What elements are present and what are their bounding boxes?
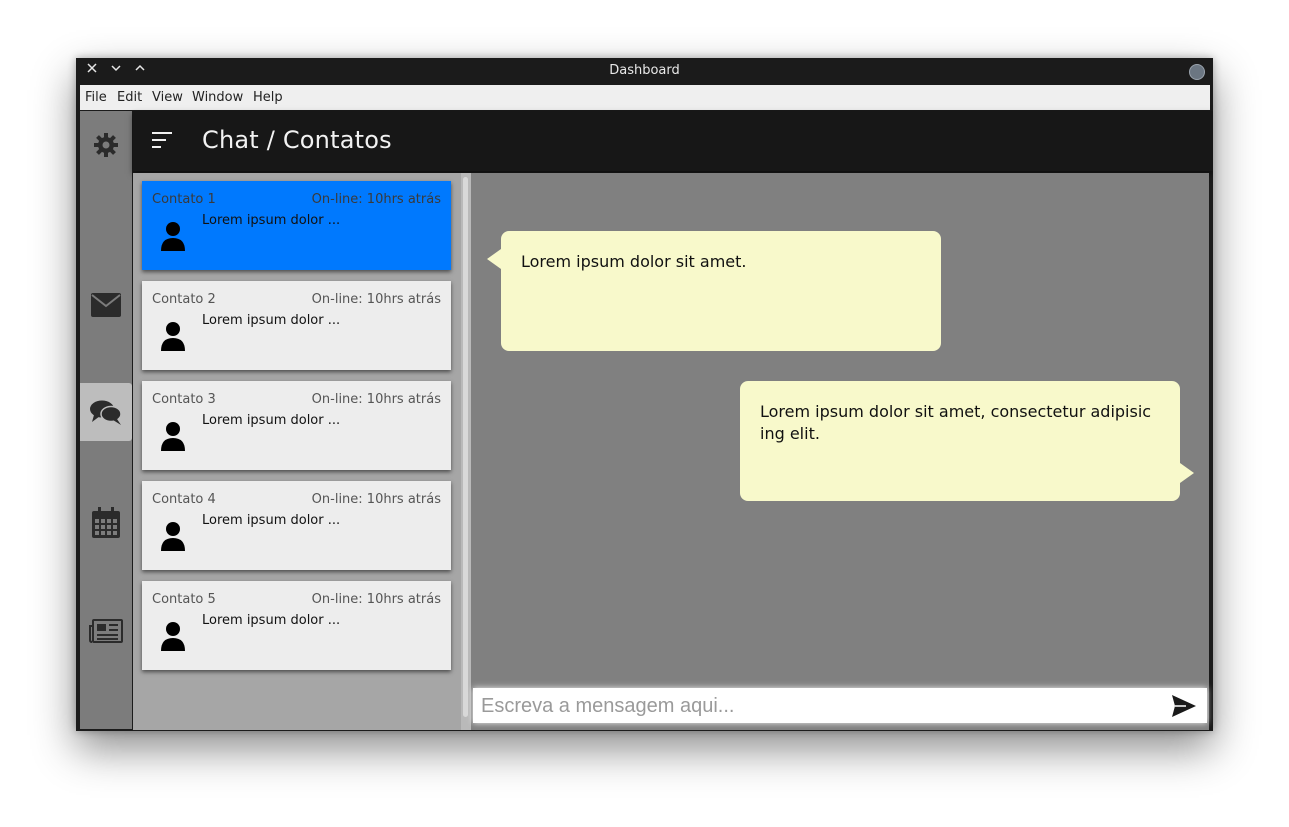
newspaper-icon: [89, 619, 123, 643]
user-icon: [161, 422, 185, 451]
sidebar-item-settings[interactable]: [80, 116, 132, 174]
contact-status: On-line: 10hrs atrás: [311, 192, 441, 207]
contact-card-3[interactable]: Contato 3 On-line: 10hrs atrás Lorem ips…: [142, 381, 451, 470]
contact-name: Contato 4: [152, 492, 216, 507]
message-text: Lorem ipsum dolor sit amet, consectetur …: [760, 402, 1152, 443]
app-window: Dashboard File Edit View Window Help Cha…: [76, 58, 1213, 731]
contact-card-4[interactable]: Contato 4 On-line: 10hrs atrás Lorem ips…: [142, 481, 451, 570]
envelope-icon: [91, 293, 121, 317]
message-text: Lorem ipsum dolor sit amet.: [521, 252, 747, 271]
contact-list-scrollbar[interactable]: [461, 173, 471, 730]
menu-icon[interactable]: [152, 131, 174, 149]
user-icon: [161, 622, 185, 651]
sidebar-item-mail[interactable]: [80, 276, 132, 334]
menu-help[interactable]: Help: [253, 90, 283, 105]
contact-name: Contato 2: [152, 292, 216, 307]
contact-name: Contato 1: [152, 192, 216, 207]
contact-card-1[interactable]: Contato 1 On-line: 10hrs atrás Lorem ips…: [142, 181, 451, 270]
contact-status: On-line: 10hrs atrás: [311, 492, 441, 507]
sidebar-item-chat-active[interactable]: [80, 383, 132, 441]
menubar: File Edit View Window Help: [80, 85, 1210, 110]
contact-name: Contato 5: [152, 592, 216, 607]
contact-preview: Lorem ipsum dolor ...: [202, 313, 341, 328]
contact-status: On-line: 10hrs atrás: [311, 392, 441, 407]
message-input[interactable]: [479, 692, 1163, 721]
contact-card-2[interactable]: Contato 2 On-line: 10hrs atrás Lorem ips…: [142, 281, 451, 370]
user-icon: [161, 522, 185, 551]
contact-list: Contato 1 On-line: 10hrs atrás Lorem ips…: [133, 173, 461, 730]
contact-preview: Lorem ipsum dolor ...: [202, 213, 341, 228]
page-header: Chat / Contatos: [133, 111, 1213, 171]
contact-preview: Lorem ipsum dolor ...: [202, 613, 341, 628]
chat-icon: [90, 400, 122, 425]
contact-preview: Lorem ipsum dolor ...: [202, 413, 341, 428]
contact-status: On-line: 10hrs atrás: [311, 592, 441, 607]
gear-icon: [94, 133, 118, 157]
contact-status: On-line: 10hrs atrás: [311, 292, 441, 307]
sidebar-item-news[interactable]: [80, 602, 132, 660]
user-icon: [161, 322, 185, 351]
contact-name: Contato 3: [152, 392, 216, 407]
menu-file[interactable]: File: [85, 90, 107, 105]
contact-preview: Lorem ipsum dolor ...: [202, 513, 341, 528]
window-title: Dashboard: [609, 63, 680, 78]
user-icon: [161, 222, 185, 251]
message-bubble-sent: Lorem ipsum dolor sit amet, consectetur …: [740, 381, 1194, 501]
contact-card-5[interactable]: Contato 5 On-line: 10hrs atrás Lorem ips…: [142, 581, 451, 670]
sidebar-item-calendar[interactable]: [80, 494, 132, 552]
app-icon: [1189, 64, 1205, 80]
message-composer: [473, 688, 1207, 723]
page-title: Chat / Contatos: [202, 126, 392, 154]
menu-view[interactable]: View: [152, 90, 183, 105]
message-bubble-received: Lorem ipsum dolor sit amet.: [487, 231, 941, 351]
scrollbar-thumb[interactable]: [463, 177, 468, 717]
menu-edit[interactable]: Edit: [117, 90, 142, 105]
chat-area: Lorem ipsum dolor sit amet. Lorem ipsum …: [471, 173, 1209, 730]
menu-window[interactable]: Window: [192, 90, 243, 105]
titlebar: Dashboard: [76, 58, 1213, 85]
calendar-icon: [92, 507, 120, 538]
send-icon[interactable]: [1171, 694, 1197, 718]
